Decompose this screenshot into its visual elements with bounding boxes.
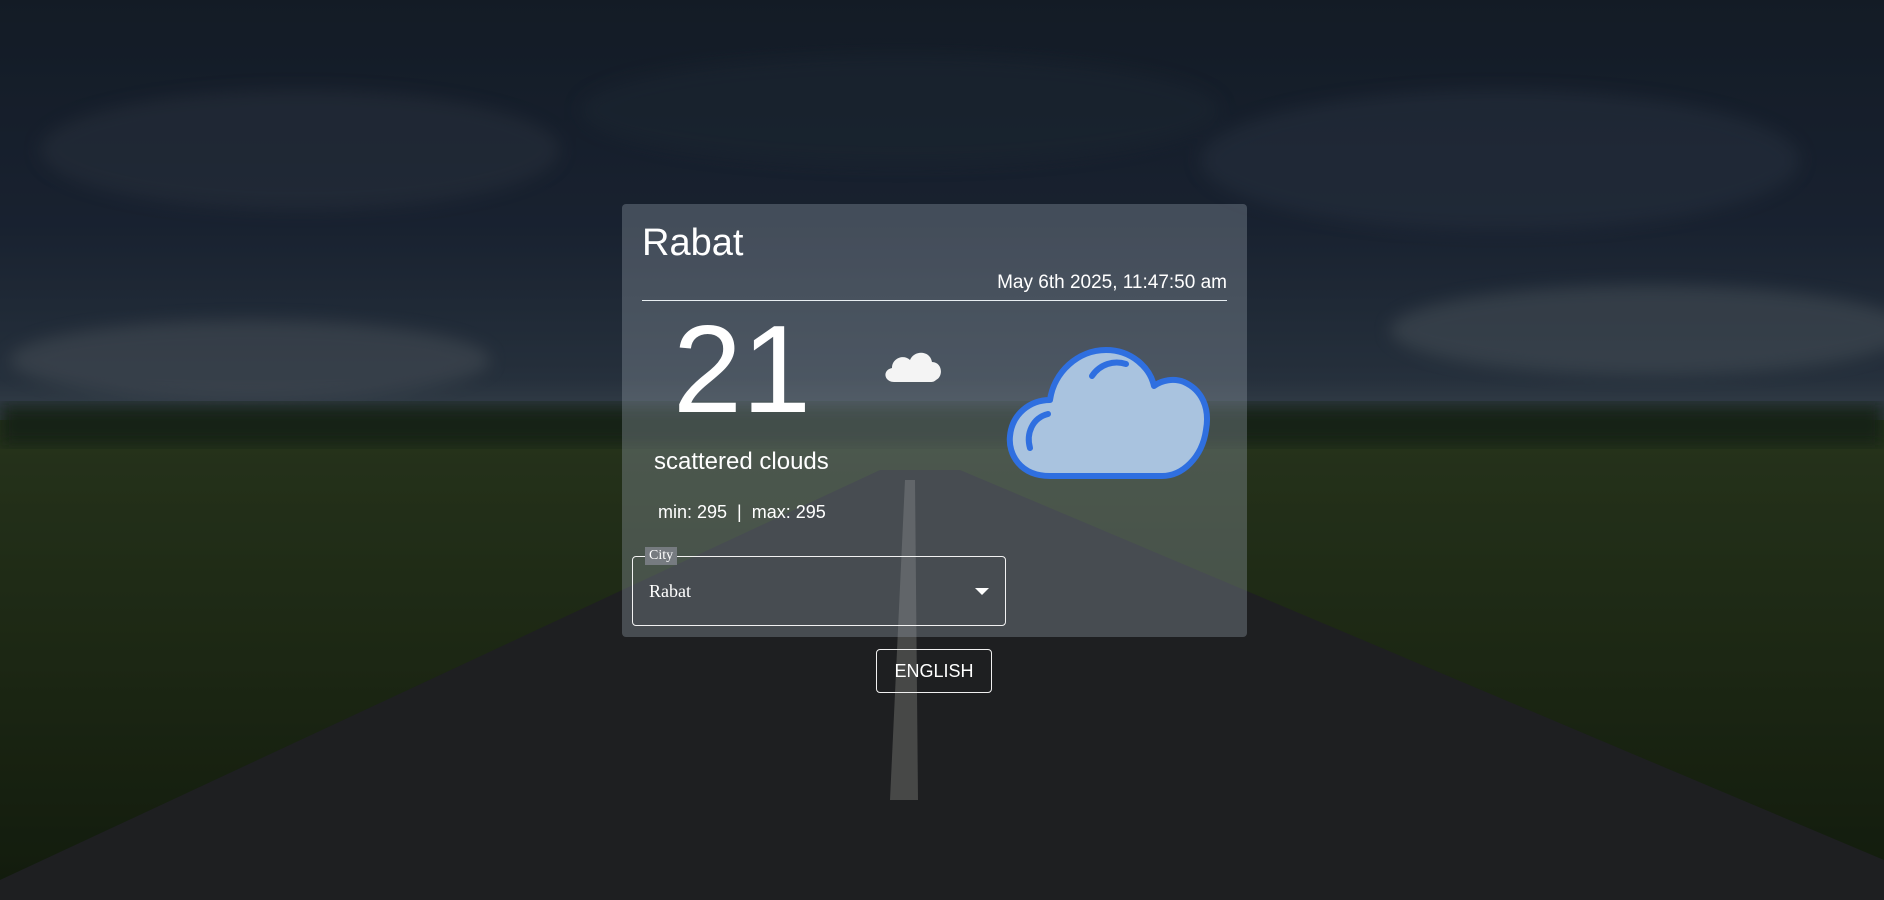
- cloud-icon: [1002, 342, 1212, 484]
- cloud-icon: [880, 342, 946, 386]
- city-title: Rabat: [642, 222, 744, 264]
- datetime-label: May 6th 2025, 11:47:50 am: [997, 272, 1227, 293]
- city-select-label: City: [645, 547, 678, 565]
- city-select[interactable]: City Rabat: [632, 547, 1006, 626]
- chevron-down-icon[interactable]: [975, 588, 989, 595]
- temperature-value: 21: [673, 301, 811, 439]
- min-max-temperature: min: 295 | max: 295: [658, 502, 826, 522]
- weather-card: Rabat May 6th 2025, 11:47:50 am 21 scatt…: [622, 204, 1247, 637]
- weather-description: scattered clouds: [654, 448, 829, 475]
- city-select-value: Rabat: [649, 581, 691, 601]
- language-button[interactable]: ENGLISH: [876, 649, 992, 693]
